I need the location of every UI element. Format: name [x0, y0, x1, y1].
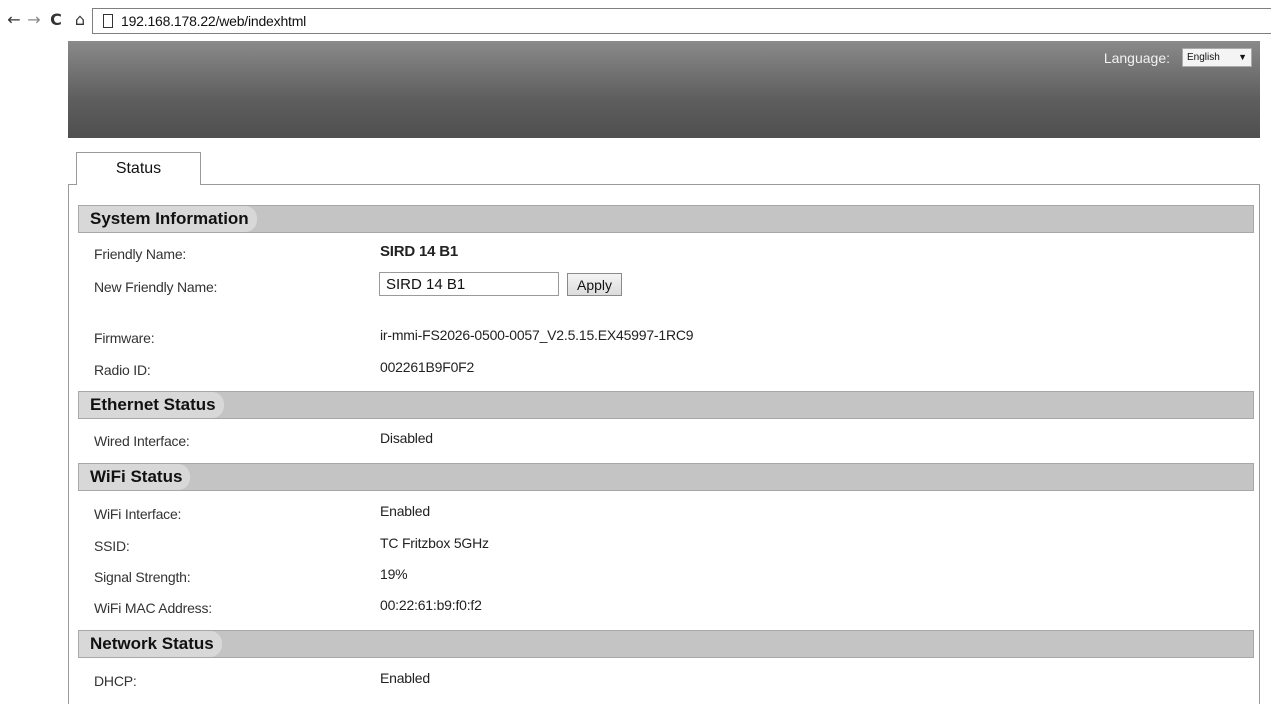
ssid-value: TC Fritzbox 5GHz — [380, 535, 489, 551]
friendly-name-value: SIRD 14 B1 — [380, 243, 459, 260]
new-friendly-name-input[interactable] — [379, 272, 559, 296]
browser-toolbar: ← → C ⌂ 192.168.178.22/web/indexhtml — [0, 0, 1271, 40]
section-header-system-information: System Information — [78, 205, 1254, 233]
header-banner: Language: English ▼ — [68, 41, 1260, 138]
address-bar[interactable]: 192.168.178.22/web/indexhtml — [92, 8, 1271, 34]
language-select-value: English — [1187, 52, 1220, 63]
firmware-value: ir-mmi-FS2026-0500-0057_V2.5.15.EX45997-… — [380, 327, 694, 343]
wifi-mac-address-label: WiFi MAC Address: — [94, 600, 212, 616]
section-header-wifi-status: WiFi Status — [78, 463, 1254, 491]
friendly-name-label: Friendly Name: — [94, 246, 187, 262]
radio-id-value: 002261B9F0F2 — [380, 359, 475, 375]
firmware-label: Firmware: — [94, 330, 155, 346]
page-icon — [103, 14, 113, 28]
signal-strength-label: Signal Strength: — [94, 569, 191, 585]
content-panel — [68, 184, 1260, 704]
section-title: Ethernet Status — [79, 392, 224, 418]
reload-icon[interactable]: C — [46, 10, 66, 30]
home-icon[interactable]: ⌂ — [70, 10, 90, 30]
wifi-mac-address-value: 00:22:61:b9:f0:f2 — [380, 597, 482, 613]
signal-strength-value: 19% — [380, 566, 408, 582]
language-label: Language: — [1103, 50, 1170, 66]
wired-interface-label: Wired Interface: — [94, 433, 190, 449]
ssid-label: SSID: — [94, 538, 130, 554]
language-select[interactable]: English ▼ — [1182, 48, 1252, 67]
forward-arrow-icon[interactable]: → — [26, 10, 42, 30]
dhcp-value: Enabled — [380, 670, 430, 686]
dhcp-label: DHCP: — [94, 673, 137, 689]
radio-id-label: Radio ID: — [94, 362, 151, 378]
section-header-ethernet-status: Ethernet Status — [78, 391, 1254, 419]
section-title: System Information — [79, 206, 257, 232]
tab-status[interactable]: Status — [76, 152, 201, 185]
new-friendly-name-label: New Friendly Name: — [94, 279, 218, 295]
section-title: WiFi Status — [79, 464, 191, 490]
section-title: Network Status — [79, 631, 222, 657]
back-arrow-icon[interactable]: ← — [5, 10, 23, 30]
apply-button[interactable]: Apply — [567, 273, 622, 296]
url-text: 192.168.178.22/web/indexhtml — [121, 13, 307, 29]
wifi-interface-value: Enabled — [380, 503, 430, 519]
wifi-interface-label: WiFi Interface: — [94, 506, 182, 522]
wired-interface-value: Disabled — [380, 430, 433, 446]
chevron-down-icon: ▼ — [1238, 52, 1247, 62]
section-header-network-status: Network Status — [78, 630, 1254, 658]
